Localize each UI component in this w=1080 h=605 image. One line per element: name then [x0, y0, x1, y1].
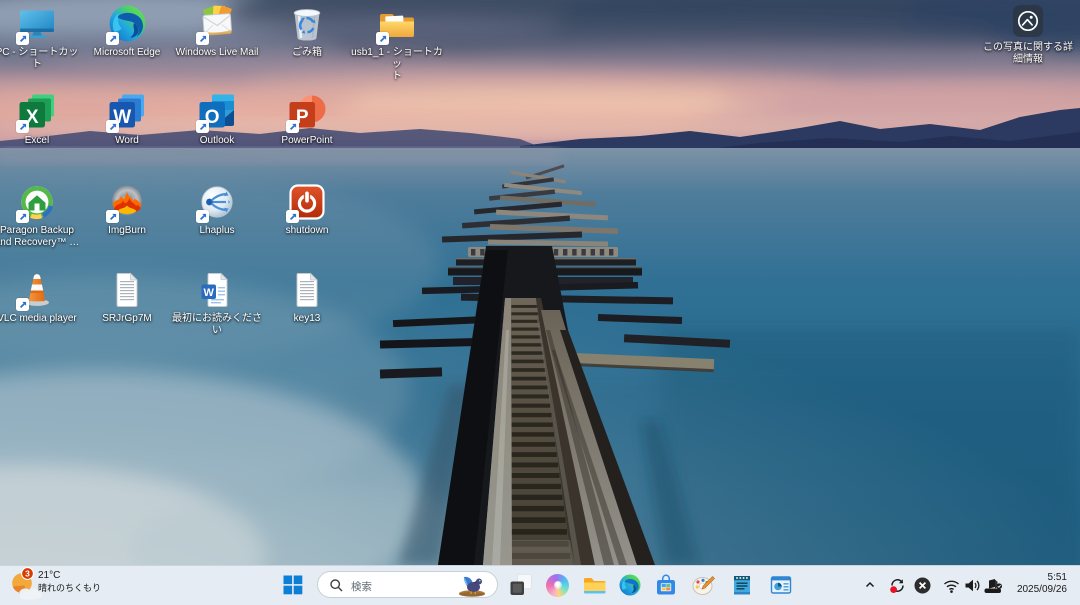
svg-text:3: 3	[25, 569, 30, 579]
